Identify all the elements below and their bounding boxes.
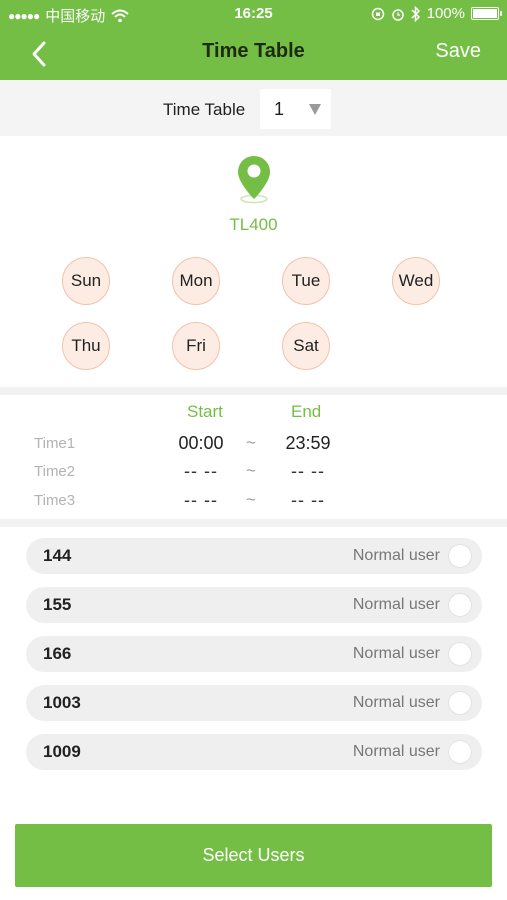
header: ●●●●● 中国移动 16:25 100% Time Table Save — [0, 0, 507, 80]
nav-bar: Time Table Save — [0, 28, 507, 80]
time2-label: Time2 — [34, 463, 76, 480]
user-type: Normal user — [352, 743, 440, 760]
alarm-icon — [391, 8, 404, 21]
day-label: Tue — [291, 271, 321, 290]
day-thu-button[interactable]: Thu — [62, 322, 110, 370]
user-row[interactable]: 166 Normal user — [26, 636, 482, 672]
battery-icon — [471, 7, 502, 20]
day-wed-button[interactable]: Wed — [392, 257, 440, 305]
user-type: Normal user — [352, 645, 440, 662]
user-type: Normal user — [352, 694, 440, 711]
select-radio-icon[interactable] — [448, 544, 472, 568]
time3-start[interactable]: -- -- — [161, 490, 241, 511]
select-radio-icon[interactable] — [448, 691, 472, 715]
user-row[interactable]: 1009 Normal user — [26, 734, 482, 770]
user-row[interactable]: 155 Normal user — [26, 587, 482, 623]
orientation-lock-icon — [371, 7, 384, 20]
timetable-label: Time Table — [163, 100, 246, 119]
user-id: 1003 — [43, 693, 81, 712]
time2-start[interactable]: -- -- — [161, 461, 241, 482]
select-radio-icon[interactable] — [448, 593, 472, 617]
user-type: Normal user — [352, 596, 440, 613]
user-id: 144 — [43, 546, 72, 565]
section-divider — [0, 387, 507, 395]
start-column-header: Start — [187, 402, 223, 421]
save-button[interactable]: Save — [435, 40, 481, 63]
user-type: Normal user — [352, 547, 440, 564]
time3-end[interactable]: -- -- — [268, 490, 348, 511]
time1-end[interactable]: 23:59 — [268, 433, 348, 454]
user-id: 1009 — [43, 742, 81, 761]
day-label: Sat — [293, 336, 319, 355]
timetable-selector-row: Time Table 1 — [0, 80, 507, 136]
bluetooth-icon — [411, 5, 420, 22]
time-separator: ~ — [246, 490, 256, 509]
user-row[interactable]: 1003 Normal user — [26, 685, 482, 721]
select-radio-icon[interactable] — [448, 740, 472, 764]
end-column-header: End — [291, 402, 322, 421]
day-label: Fri — [186, 336, 206, 355]
battery-percent: 100% — [426, 5, 465, 22]
user-row[interactable]: 144 Normal user — [26, 538, 482, 574]
time1-label: Time1 — [34, 435, 76, 452]
location-pin-icon — [238, 156, 270, 204]
day-label: Mon — [179, 271, 213, 290]
day-sun-button[interactable]: Sun — [62, 257, 110, 305]
time1-start[interactable]: 00:00 — [161, 433, 241, 454]
day-sat-button[interactable]: Sat — [282, 322, 330, 370]
day-label: Thu — [71, 336, 101, 355]
day-label: Sun — [70, 271, 102, 290]
select-users-button[interactable]: Select Users — [15, 824, 492, 887]
day-label: Wed — [398, 271, 434, 290]
section-divider — [0, 519, 507, 527]
device-name: TL400 — [229, 215, 278, 234]
time3-label: Time3 — [34, 492, 76, 509]
day-fri-button[interactable]: Fri — [172, 322, 220, 370]
page-title: Time Table — [202, 40, 305, 62]
user-id: 166 — [43, 644, 72, 663]
time-separator: ~ — [246, 433, 256, 452]
status-bar: ●●●●● 中国移动 16:25 100% — [0, 0, 507, 28]
day-tue-button[interactable]: Tue — [282, 257, 330, 305]
select-radio-icon[interactable] — [448, 642, 472, 666]
day-mon-button[interactable]: Mon — [172, 257, 220, 305]
time2-end[interactable]: -- -- — [268, 461, 348, 482]
time-separator: ~ — [246, 461, 256, 480]
dropdown-arrow-icon — [309, 104, 321, 115]
timetable-selected-value: 1 — [274, 99, 285, 119]
user-id: 155 — [43, 595, 72, 614]
timetable-dropdown[interactable]: 1 — [260, 89, 331, 129]
